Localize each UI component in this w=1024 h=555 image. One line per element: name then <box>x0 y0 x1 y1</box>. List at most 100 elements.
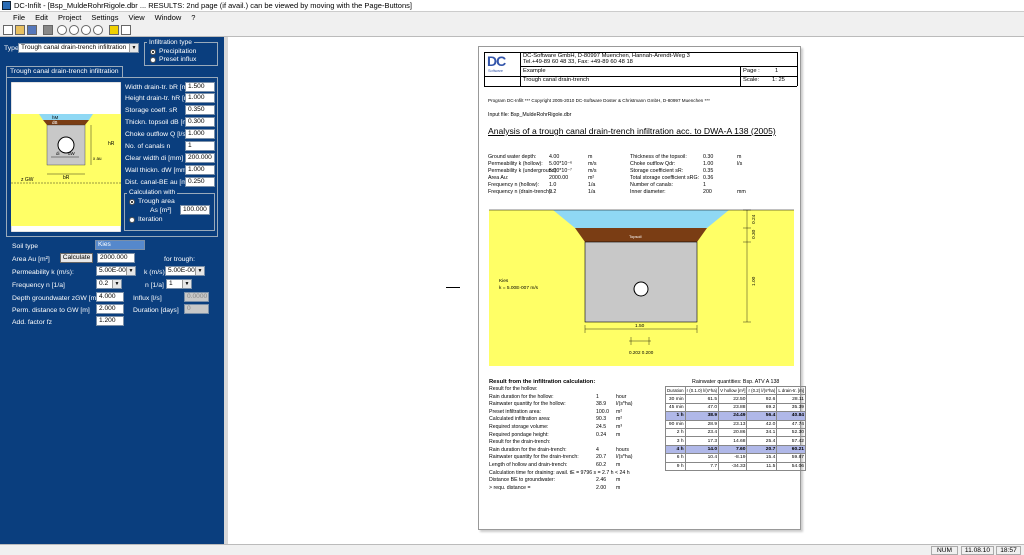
page-label: Page : <box>743 68 760 74</box>
zoom-fit-icon[interactable] <box>81 25 91 35</box>
wall-thickness-input[interactable]: 1.000 <box>185 165 215 175</box>
k-select[interactable]: 5.00E-005 ▼ <box>165 266 205 276</box>
rain-table-header-cell: L drain-tr. [m] <box>776 385 807 396</box>
input-panel: Type Trough canal drain-trench infiltrat… <box>0 37 224 544</box>
result-value: 2.46 <box>596 477 607 484</box>
preset-influx-label: Preset influx <box>159 56 197 63</box>
zoom-in-icon[interactable] <box>57 25 67 35</box>
param-right-value: 1.00 <box>703 161 714 167</box>
logo-subtitle: Software <box>488 69 503 73</box>
open-folder-icon[interactable] <box>15 25 25 35</box>
status-bar: NUM 11.08.10 18:57 <box>0 544 1024 555</box>
dw-label: dW <box>68 151 76 156</box>
rain-table-cell: 17.3 <box>684 436 720 446</box>
choke-outflow-input[interactable]: 1.000 <box>185 129 215 139</box>
frequency-select[interactable]: 0.2 ▼ <box>96 279 122 289</box>
tab-trough-canal[interactable]: Trough canal drain-trench infiltration <box>6 66 123 77</box>
di-label: di <box>56 151 60 156</box>
param-left-unit: 1/a <box>588 189 596 195</box>
result-label: Rainwater quantity for the hollow: <box>489 401 566 408</box>
chevron-down-icon: ▼ <box>112 280 121 288</box>
influx-label: Influx [l/s] <box>133 295 162 302</box>
param-right-label: Choke outflow Qdr: <box>630 161 676 167</box>
type-select[interactable]: Trough canal drain-trench infiltration ▼ <box>18 43 139 53</box>
k-label: k (m/s) <box>144 269 165 276</box>
perm-distance-input[interactable]: 2.000 <box>96 304 124 314</box>
dist-canal-input[interactable]: 0.250 <box>185 177 215 187</box>
rain-table-cell: 20.86 <box>718 427 748 438</box>
help-pointer-icon[interactable] <box>121 25 131 35</box>
zoom-page-icon[interactable] <box>93 25 103 35</box>
results-title: Result from the infiltration calculation… <box>489 379 596 385</box>
company-logo: DC <box>487 53 506 69</box>
dim-width: 1.50 <box>635 323 645 329</box>
preset-influx-radio[interactable] <box>150 57 156 63</box>
menu-view[interactable]: View <box>123 13 149 22</box>
info-icon[interactable] <box>109 25 119 35</box>
rain-table-cell: 3 h <box>665 436 686 446</box>
calculate-button[interactable]: Calculate <box>60 253 93 263</box>
print-icon[interactable] <box>43 25 53 35</box>
for-trough-label: for trough: <box>164 256 195 263</box>
scale-label: Scale: <box>743 77 760 83</box>
menu-settings[interactable]: Settings <box>86 13 123 22</box>
new-file-icon[interactable] <box>3 25 13 35</box>
factor-input[interactable]: 1.200 <box>96 316 124 326</box>
topsoil-label: Topsoil <box>629 234 642 239</box>
calculation-label: Calculation with <box>127 189 178 196</box>
param-left-value: 5.00*10⁻⁷ <box>549 168 572 174</box>
rain-table-cell: 2 h <box>665 427 686 438</box>
as-input[interactable]: 100.000 <box>180 205 210 215</box>
trough-area-radio[interactable] <box>129 199 135 205</box>
menu-window[interactable]: Window <box>150 13 187 22</box>
frequency-label: Frequency n [1/a] <box>12 282 65 289</box>
permeability-label: Permeability k (m/s): <box>12 269 74 276</box>
width-drain-input[interactable]: 1.500 <box>185 82 215 92</box>
rain-table-cell: 14.68 <box>718 436 748 446</box>
precipitation-radio[interactable] <box>150 49 156 55</box>
zoom-out-icon[interactable] <box>69 25 79 35</box>
n-select[interactable]: 1 ▼ <box>166 279 192 289</box>
area-input[interactable]: 2000.000 <box>97 253 135 263</box>
rain-table-cell: 47.0 <box>684 402 720 413</box>
influx-input: 0.0000 <box>184 292 209 302</box>
menu-edit[interactable]: Edit <box>30 13 53 22</box>
menu-file[interactable]: File <box>0 13 30 22</box>
result-unit: m <box>616 462 621 468</box>
result-value: 0.24 <box>596 431 607 438</box>
menu-bar: File Edit Project Settings View Window ? <box>0 12 1024 23</box>
program-line: Program DC-Infilt *** Copyright 2005-201… <box>488 98 710 103</box>
db-label: dB <box>52 120 58 125</box>
param-right-label: Storage coefficient sR: <box>630 168 684 174</box>
result-value: 100.0 <box>596 408 609 415</box>
rain-table-row: 2 h 23.4 20.86 34.1 52.30 <box>665 427 807 438</box>
soil-type-input[interactable]: Kies <box>95 240 145 250</box>
canals-input[interactable]: 1 <box>185 141 215 151</box>
rain-table-cell: 28.11 <box>776 394 807 404</box>
param-right-value: 1 <box>703 182 706 188</box>
rain-table-cell: 52.30 <box>776 427 807 438</box>
param-right-unit: m <box>737 154 742 160</box>
save-icon[interactable] <box>27 25 37 35</box>
scale-value: 1: 25 <box>772 77 785 83</box>
menu-help[interactable]: ? <box>186 13 200 22</box>
param-right-unit: l/s <box>737 161 743 167</box>
topsoil-thickness-input[interactable]: 0.300 <box>185 117 215 127</box>
chevron-down-icon: ▼ <box>182 280 191 288</box>
result-label: > requ. distance = <box>489 484 531 491</box>
infiltration-type-label: Infiltration type <box>147 39 194 46</box>
permeability-select[interactable]: 5.00E-007 ▼ <box>96 266 136 276</box>
n-label: n [1/a] <box>145 282 164 289</box>
height-drain-input[interactable]: 1.000 <box>185 93 215 103</box>
report-heading: Analysis of a trough canal drain-trench … <box>488 126 776 136</box>
rain-table-cell: 59.87 <box>776 453 807 463</box>
param-left-value: 4.00 <box>549 154 560 160</box>
depth-groundwater-input[interactable]: 4.000 <box>96 292 124 302</box>
param-left-value: 1.0 <box>549 182 557 188</box>
storage-coeff-input[interactable]: 0.350 <box>185 105 215 115</box>
clear-width-input[interactable]: 200.000 <box>185 153 215 163</box>
iteration-label: Iteration <box>138 216 163 223</box>
menu-project[interactable]: Project <box>53 13 86 22</box>
rain-table-cell: 24.49 <box>718 411 748 421</box>
iteration-radio[interactable] <box>129 217 135 223</box>
